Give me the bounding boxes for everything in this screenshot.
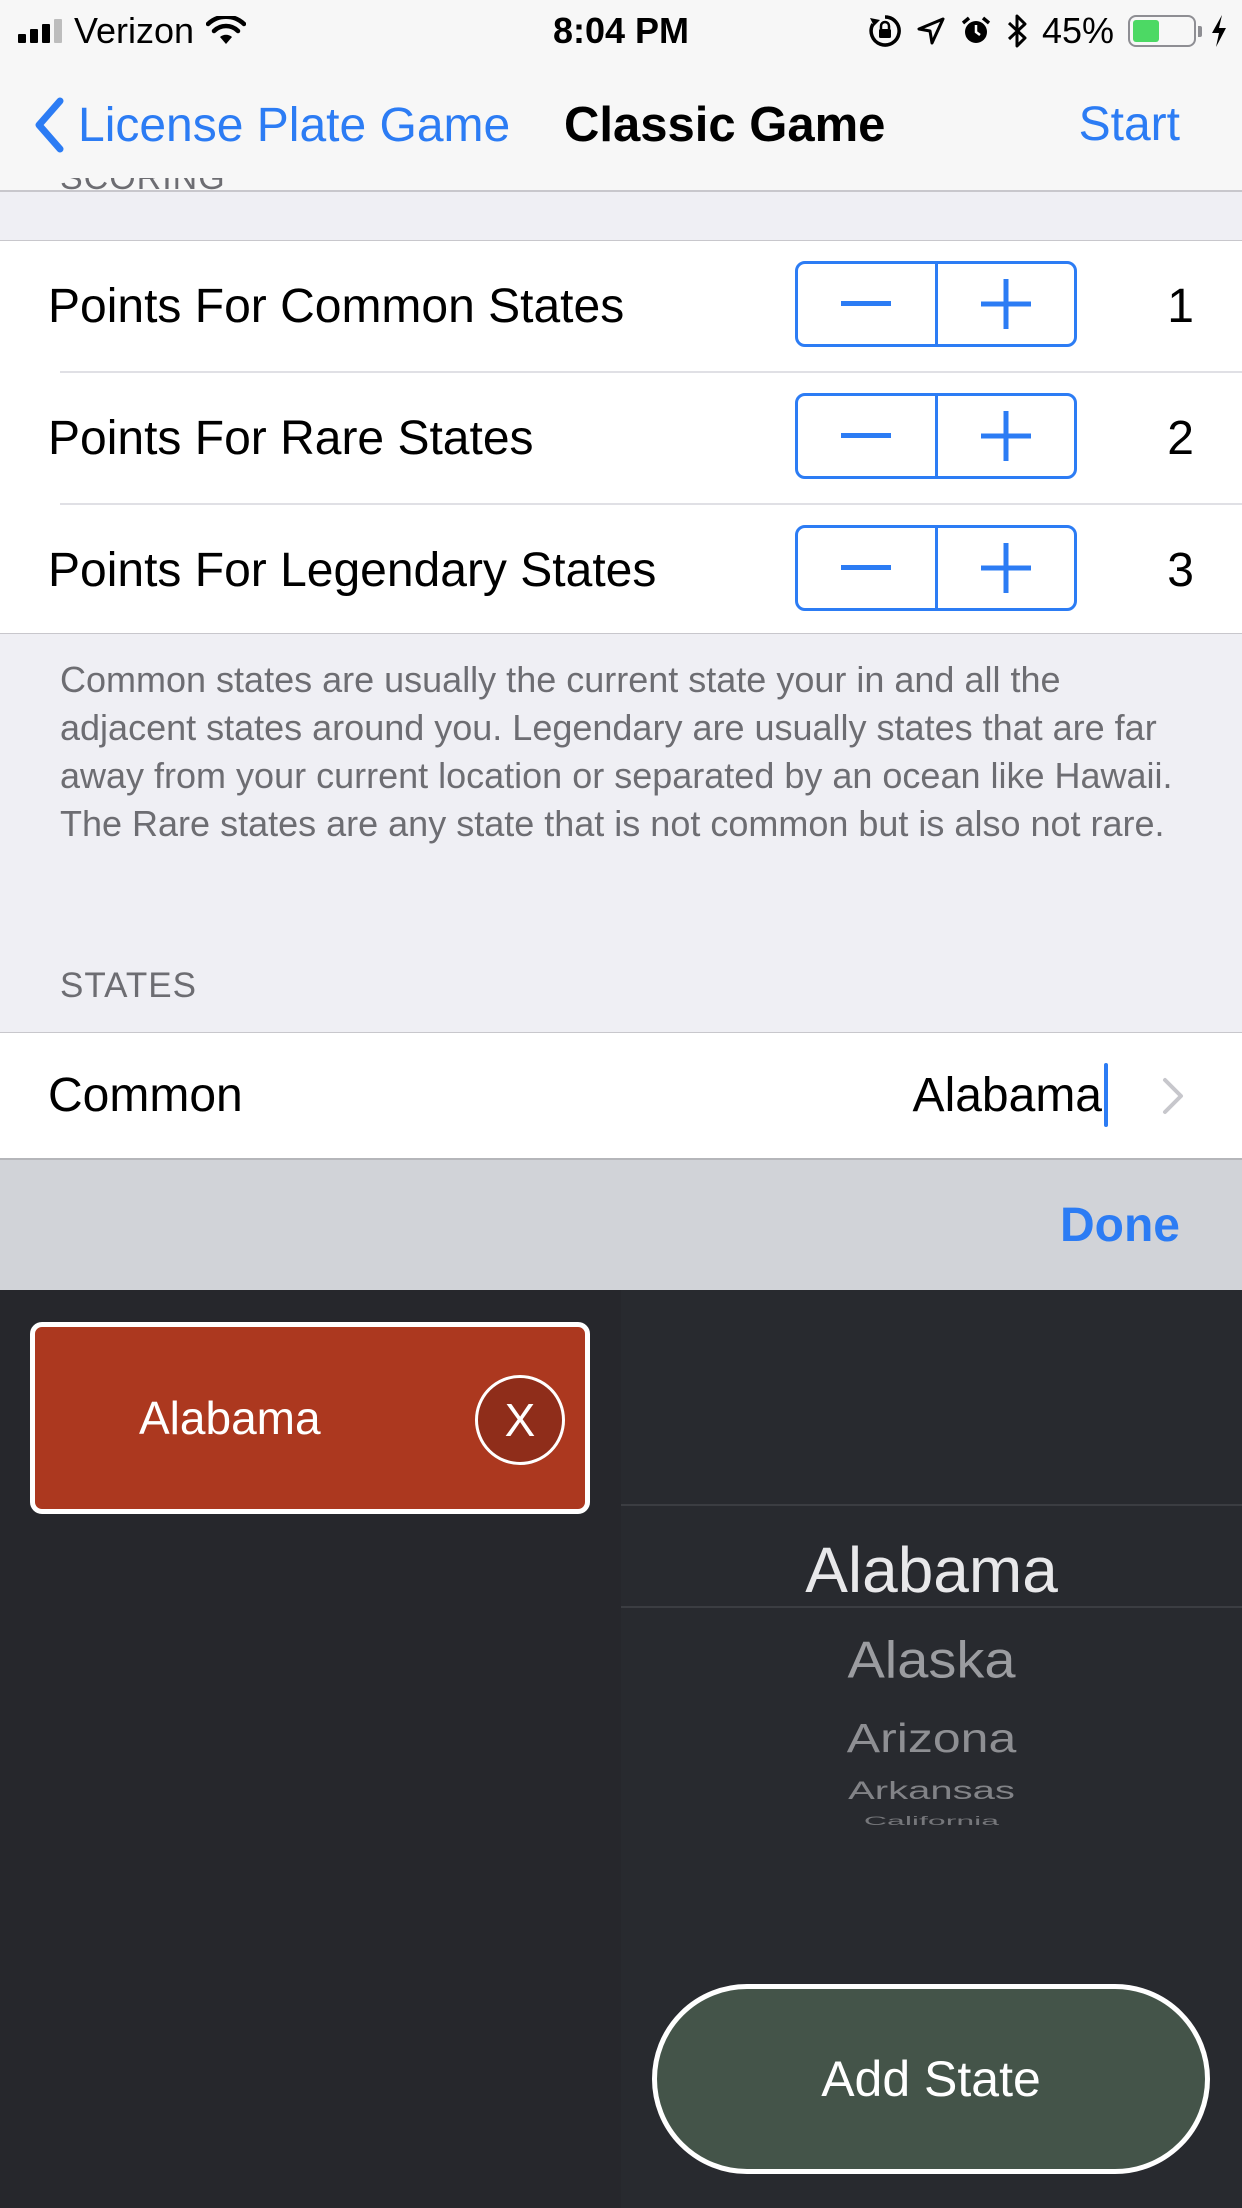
selected-state-chip[interactable]: Alabama X [30, 1322, 590, 1514]
plus-icon [980, 411, 1031, 461]
battery-percent: 45% [1041, 10, 1114, 51]
start-button[interactable]: Start [1079, 92, 1180, 158]
selected-states-list: Alabama X [0, 1290, 621, 2208]
increment-button[interactable] [938, 528, 1075, 608]
back-button[interactable]: License Plate Game [34, 92, 510, 158]
plus-icon [980, 279, 1031, 329]
state-picker-panel: Alabama X Alabama Alaska Arizona Arkansa… [0, 1290, 1242, 2208]
row-label: Points For Rare States [48, 412, 534, 465]
picker-option[interactable]: Alaska [621, 1623, 1242, 1697]
selection-indicator-top [621, 1504, 1242, 1506]
legendary-points-row: Points For Legendary States 3 [0, 505, 1242, 637]
page-title: Classic Game [564, 98, 886, 152]
add-state-button[interactable]: Add State [652, 1984, 1210, 2174]
decrement-button[interactable] [798, 396, 938, 476]
legendary-points-stepper [795, 525, 1077, 611]
back-button-label: License Plate Game [78, 98, 511, 152]
plus-icon [980, 543, 1031, 593]
row-value: 3 [1167, 544, 1194, 597]
decrement-button[interactable] [798, 528, 938, 608]
common-states-label: Common [48, 1069, 243, 1122]
input-accessory-toolbar: Done [0, 1158, 1242, 1290]
row-label: Points For Legendary States [48, 544, 657, 597]
picker-option[interactable]: Arkansas [621, 1776, 1242, 1807]
rare-points-stepper [795, 393, 1077, 479]
picker-option[interactable]: California [621, 1815, 1242, 1826]
increment-button[interactable] [938, 396, 1075, 476]
scoring-footer-note: Common states are usually the current st… [60, 659, 1173, 844]
common-states-input[interactable]: Alabama [913, 1033, 1102, 1159]
common-points-row: Points For Common States 1 [0, 241, 1242, 373]
increment-button[interactable] [938, 264, 1075, 344]
battery-icon [1128, 15, 1202, 47]
minus-icon [841, 433, 892, 438]
scoring-group: Points For Common States 1 Points For Ra… [0, 240, 1242, 634]
chip-label: Alabama [139, 1392, 321, 1444]
rotation-lock-icon [869, 15, 901, 47]
remove-state-button[interactable]: X [475, 1375, 565, 1465]
navigation-bar: License Plate Game Classic Game Start [0, 62, 1242, 192]
bluetooth-icon [1007, 14, 1027, 48]
decrement-button[interactable] [798, 264, 938, 344]
alarm-icon [961, 16, 991, 43]
row-value: 2 [1167, 412, 1194, 465]
charging-icon [1212, 15, 1226, 47]
states-section-header: STATES [60, 966, 197, 1005]
text-cursor [1104, 1063, 1108, 1127]
row-label: Points For Common States [48, 280, 625, 333]
status-right: 45% [868, 10, 1228, 52]
common-points-stepper [795, 261, 1077, 347]
status-bar: Verizon 8:04 PM 45% [0, 0, 1242, 62]
picker-option[interactable]: Arizona [621, 1710, 1242, 1766]
location-icon [917, 17, 945, 45]
state-picker-wheel[interactable]: Alabama Alaska Arizona Arkansas Californ… [621, 1290, 1242, 1890]
minus-icon [841, 301, 892, 306]
scoring-section-header: SCORING [60, 178, 226, 197]
minus-icon [841, 565, 892, 570]
picker-option-selected[interactable]: Alabama [621, 1520, 1242, 1620]
chevron-left-icon [35, 97, 64, 153]
rare-points-row: Points For Rare States 2 [0, 373, 1242, 505]
chevron-right-icon [1163, 1078, 1183, 1114]
common-states-row[interactable]: Common Alabama [0, 1032, 1242, 1158]
done-button[interactable]: Done [1060, 1160, 1180, 1292]
row-value: 1 [1167, 280, 1194, 333]
